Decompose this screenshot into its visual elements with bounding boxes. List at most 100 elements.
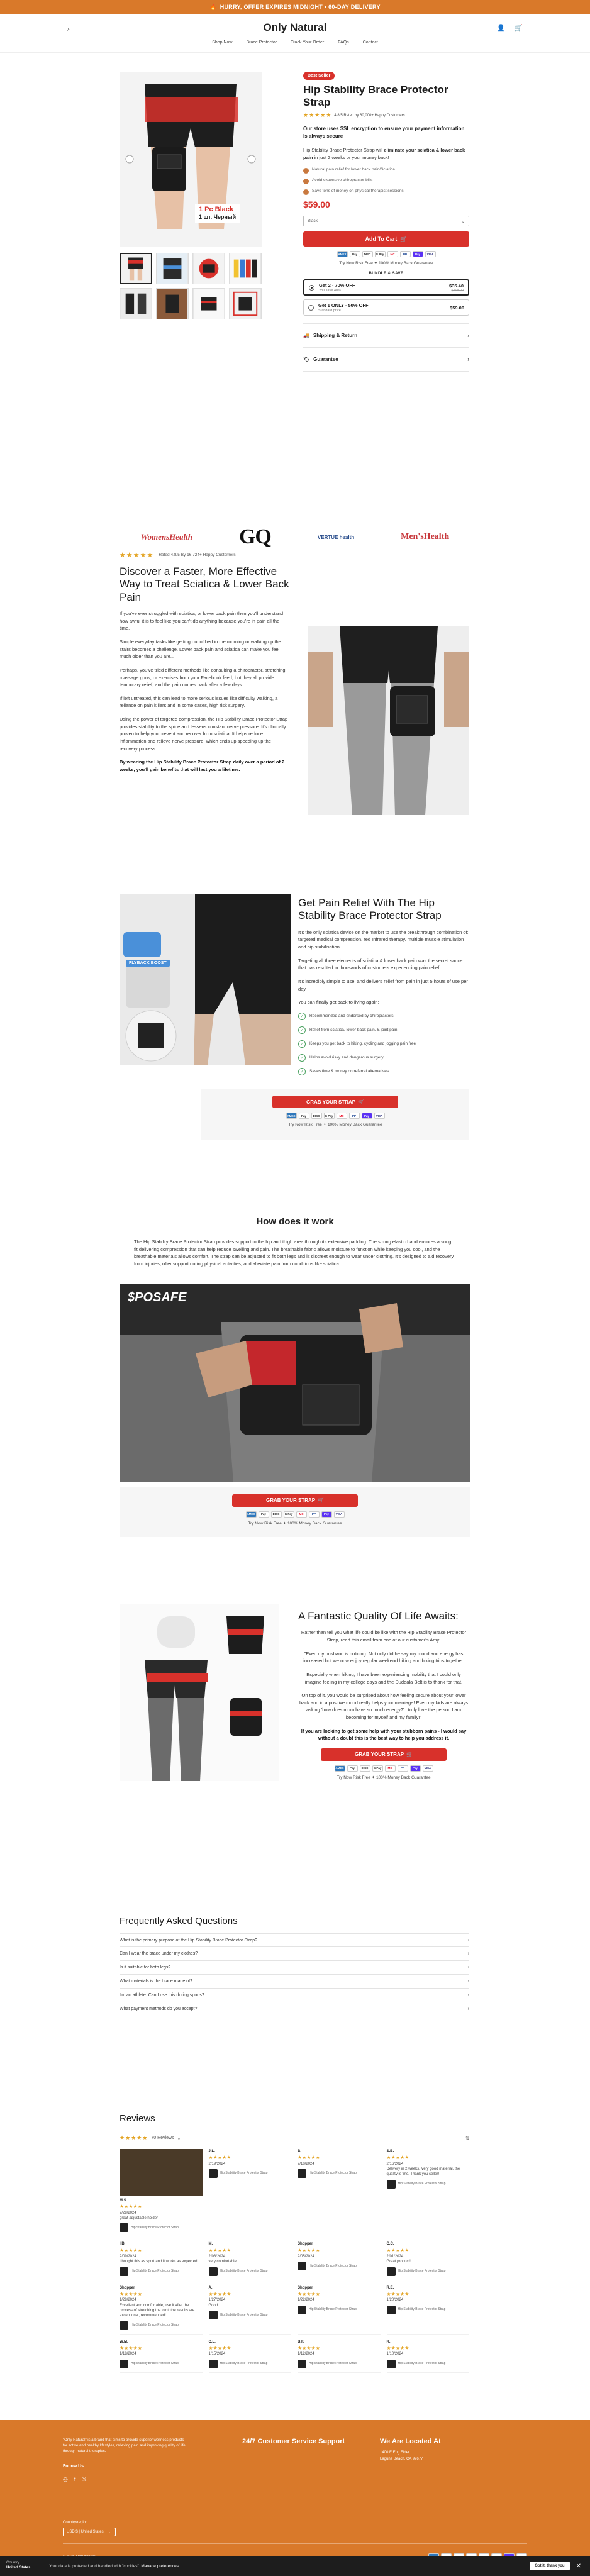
benefit-text: Save tons of money on physical therapist… xyxy=(312,189,404,194)
faq-item[interactable]: Is it suitable for both legs? › xyxy=(120,1961,469,1975)
thumbnail[interactable] xyxy=(156,253,189,284)
faq-item[interactable]: What payment methods do you accept? › xyxy=(120,2002,469,2016)
review-card[interactable]: B. ★★★★★ 2/10/2024 Hip Stability Brace Prot… xyxy=(298,2149,381,2237)
vertue-health-logo: VERTUE health xyxy=(317,534,355,540)
reviewer-name: A. xyxy=(208,2285,213,2290)
google-pay-icon: G Pay xyxy=(323,1113,335,1119)
review-card[interactable]: J.L. ★★★★★ 2/19/2024 Hip Stability Brace Pr… xyxy=(208,2149,291,2237)
cookie-country[interactable]: United States xyxy=(6,2566,30,2571)
check-icon: ✓ xyxy=(298,1012,306,1020)
cookie-country-label: Country xyxy=(6,2561,20,2565)
apple-pay-icon: Pay xyxy=(258,1511,269,1518)
visa-icon: VISA xyxy=(422,1765,433,1772)
how-it-works-section: How does it work The Hip Stability Brace… xyxy=(0,1216,590,1537)
accept-cookies-button[interactable]: Got it, thank you xyxy=(530,2562,570,2570)
facebook-icon[interactable]: f xyxy=(74,2475,76,2484)
nav-brace-protector[interactable]: Brace Protector xyxy=(246,40,277,45)
review-card[interactable]: A. ★★★★★ 1/27/2024 Good Hip Stability Brace … xyxy=(208,2285,291,2334)
product-main-image[interactable]: 1 Pc Black 1 шт. Черный xyxy=(120,72,262,247)
benefit-list: Natural pain relief for lower back pain/… xyxy=(303,167,469,196)
review-card[interactable]: S.B. ★★★★★ 2/16/2024 Delivery in 2 weeks. V… xyxy=(386,2149,469,2237)
shipping-return-toggle[interactable]: 🚚 Shipping & Return › xyxy=(303,324,469,348)
stars-icon: ★★★★★ xyxy=(120,552,154,559)
nav-faqs[interactable]: FAQs xyxy=(338,40,349,45)
review-product-name: Hip Stability Brace Protector Strap xyxy=(220,2171,268,2175)
stars-icon: ★★★★★ xyxy=(298,2155,320,2161)
stars-icon: ★★★★★ xyxy=(298,2345,320,2351)
reviewer-name: Shopper xyxy=(298,2285,313,2290)
cart-icon[interactable]: 🛒 xyxy=(514,24,523,32)
manage-preferences-link[interactable]: Manage preferences xyxy=(141,2564,179,2568)
thumbnail[interactable] xyxy=(192,253,225,284)
main-nav: Shop Now Brace Protector Track Your Orde… xyxy=(0,40,590,45)
stars-icon: ★★★★★ xyxy=(208,2291,231,2297)
chevron-right-icon: › xyxy=(467,1938,469,1943)
review-card[interactable]: I.B. ★★★★★ 2/09/2024 I bought this as sport… xyxy=(120,2241,203,2280)
reviews-count[interactable]: 70 Reviews xyxy=(151,2136,174,2140)
thumbnail[interactable] xyxy=(229,288,262,319)
country-select[interactable]: USD $ | United States ⌄ xyxy=(63,2528,116,2536)
bundle-option-2[interactable]: Get 2 - 70% OFF You save 40% $35.40 $118.0… xyxy=(303,279,469,296)
nav-contact[interactable]: Contact xyxy=(363,40,378,45)
reviews-grid: M.S. ★★★★★ 2/29/2024 great adjustable holde… xyxy=(120,2149,469,2373)
review-date: 2/10/2024 xyxy=(298,2162,314,2166)
radio[interactable] xyxy=(308,304,314,311)
mastercard-icon: MC xyxy=(336,1113,347,1119)
paragraph: If you've ever struggled with sciatica, … xyxy=(120,611,284,631)
faq-item[interactable]: Can I wear the brace under my clothes? › xyxy=(120,1947,469,1961)
review-product: Hip Stability Brace Protector Strap xyxy=(208,2267,292,2276)
close-icon[interactable]: ✕ xyxy=(576,2563,581,2570)
review-card[interactable]: W.M. ★★★★★ 1/18/2024 Hip Stability Brace Pr… xyxy=(120,2340,203,2373)
review-date: 1/27/2024 xyxy=(208,2298,226,2302)
bundle-price: $35.40 xyxy=(449,282,464,289)
review-photo[interactable] xyxy=(120,2149,203,2196)
guarantee-toggle[interactable]: 🏷 Guarantee › xyxy=(303,348,469,372)
faq-item[interactable]: What materials is the brace made of? › xyxy=(120,1975,469,1989)
account-icon[interactable]: 👤 xyxy=(497,24,506,32)
review-card[interactable]: M.S. ★★★★★ 2/29/2024 great adjustable holde… xyxy=(120,2149,203,2237)
thumbnail[interactable] xyxy=(120,288,152,319)
grab-strap-button[interactable]: GRAB YOUR STRAP 🛒 xyxy=(272,1096,398,1108)
thumbnail[interactable] xyxy=(120,253,152,284)
faq-item[interactable]: What is the primary purpose of the Hip S… xyxy=(120,1933,469,1947)
review-card[interactable]: Shopper ★★★★★ 1/29/2024 Excellent and comfo… xyxy=(120,2285,203,2334)
cart-icon: 🛒 xyxy=(358,1099,365,1105)
product-rating: ★★★★★ 4.8/5 Rated by 60,000+ Happy Custo… xyxy=(303,112,469,119)
check-text: Relief from sciatica, lower back pain, &… xyxy=(309,1028,398,1033)
nav-shop-now[interactable]: Shop Now xyxy=(212,40,232,45)
instagram-icon[interactable]: ◎ xyxy=(63,2475,68,2484)
paragraph: Targeting all three elements of sciatica… xyxy=(298,957,463,971)
review-card[interactable]: C.L. ★★★★★ 1/15/2024 Hip Stability Brace Pr… xyxy=(208,2340,291,2373)
guarantee-text: Try Now Risk Free ✦ 100% Money Back Guar… xyxy=(248,1521,342,1526)
paragraph-bold: If you are looking to get some help with… xyxy=(301,1728,467,1741)
nav-track-order[interactable]: Track Your Order xyxy=(291,40,324,45)
reviewer-name: C.L. xyxy=(208,2340,216,2344)
review-card[interactable]: B.F. ★★★★★ 1/12/2024 Hip Stability Brace Pr… xyxy=(298,2340,381,2373)
review-product-name: Hip Stability Brace Protector Strap xyxy=(398,2307,446,2312)
color-select[interactable]: Black ⌄ xyxy=(303,216,469,227)
add-to-cart-button[interactable]: Add To Cart 🛒 xyxy=(303,231,469,247)
radio-selected[interactable] xyxy=(309,284,314,291)
review-card[interactable]: Shopper ★★★★★ 1/22/2024 Hip Stability Brace… xyxy=(298,2285,381,2334)
bundle-option-1[interactable]: Get 1 ONLY - 50% OFF Standard price $59.0… xyxy=(303,299,469,316)
thumbnail[interactable] xyxy=(192,288,225,319)
image-tag: FLYBACK BOOST xyxy=(126,960,170,967)
country-value: USD $ | United States xyxy=(67,2530,104,2534)
review-card[interactable]: R.E. ★★★★★ 1/20/2024 Hip Stability Brace Pr… xyxy=(386,2285,469,2334)
review-card[interactable]: K. ★★★★★ 1/10/2024 Hip Stability Brace Prot… xyxy=(386,2340,469,2373)
discover-icon: DISC xyxy=(362,251,373,258)
review-card[interactable]: Shopper ★★★★★ 2/05/2024 Hip Stability Brace… xyxy=(298,2241,381,2280)
grab-strap-button[interactable]: GRAB YOUR STRAP 🛒 xyxy=(232,1494,358,1507)
sort-icon[interactable]: ⇅ xyxy=(465,2136,469,2141)
thumbnail[interactable] xyxy=(156,288,189,319)
twitter-icon[interactable]: 𝕏 xyxy=(82,2475,86,2484)
paypal-icon: PP xyxy=(399,251,411,258)
shop-pay-icon: Pay xyxy=(412,251,423,258)
review-card[interactable]: C.C. ★★★★★ 2/01/2024 Great product! Hip Stab… xyxy=(386,2241,469,2280)
amex-icon: AMEX xyxy=(337,251,348,258)
grab-strap-button[interactable]: GRAB YOUR STRAP 🛒 xyxy=(321,1748,447,1761)
faq-item[interactable]: I'm an athlete. Can I use this during sp… xyxy=(120,1989,469,2002)
review-card[interactable]: M. ★★★★★ 2/08/2024 very comfortable! Hip Sta… xyxy=(208,2241,292,2280)
thumbnail[interactable] xyxy=(229,253,262,284)
visa-icon: VISA xyxy=(333,1511,345,1518)
